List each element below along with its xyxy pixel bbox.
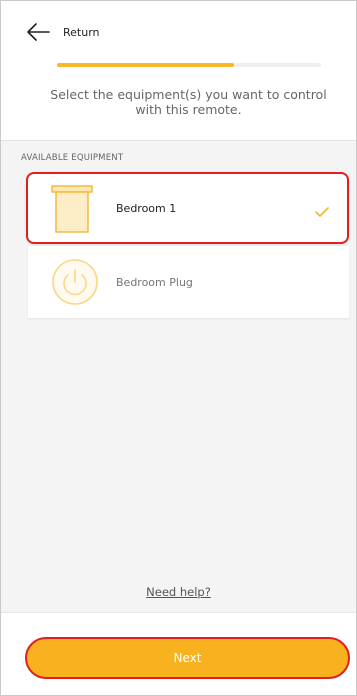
window-shutter-icon — [50, 184, 100, 234]
equipment-item-bedroom-plug[interactable]: Bedroom Plug — [28, 246, 349, 318]
progress-fill — [57, 63, 234, 67]
section-label: AVAILABLE EQUIPMENT — [21, 153, 124, 163]
equipment-label: Bedroom Plug — [116, 275, 193, 289]
help-link[interactable]: Need help? — [1, 585, 356, 599]
equipment-label: Bedroom 1 — [116, 201, 177, 215]
footer: Next — [1, 612, 356, 695]
back-arrow-icon — [25, 22, 51, 42]
next-button[interactable]: Next — [25, 637, 350, 679]
power-plug-icon — [50, 256, 100, 306]
back-button[interactable]: Return — [25, 19, 100, 45]
back-label: Return — [63, 25, 100, 39]
instruction-text: Select the equipment(s) you want to cont… — [50, 87, 327, 117]
progress-bar — [57, 63, 321, 67]
app-screen: Return Select the equipment(s) you want … — [0, 0, 357, 696]
header: Return Select the equipment(s) you want … — [1, 1, 356, 141]
checkmark-icon — [315, 202, 329, 221]
equipment-item-bedroom-1[interactable]: Bedroom 1 — [26, 172, 349, 244]
